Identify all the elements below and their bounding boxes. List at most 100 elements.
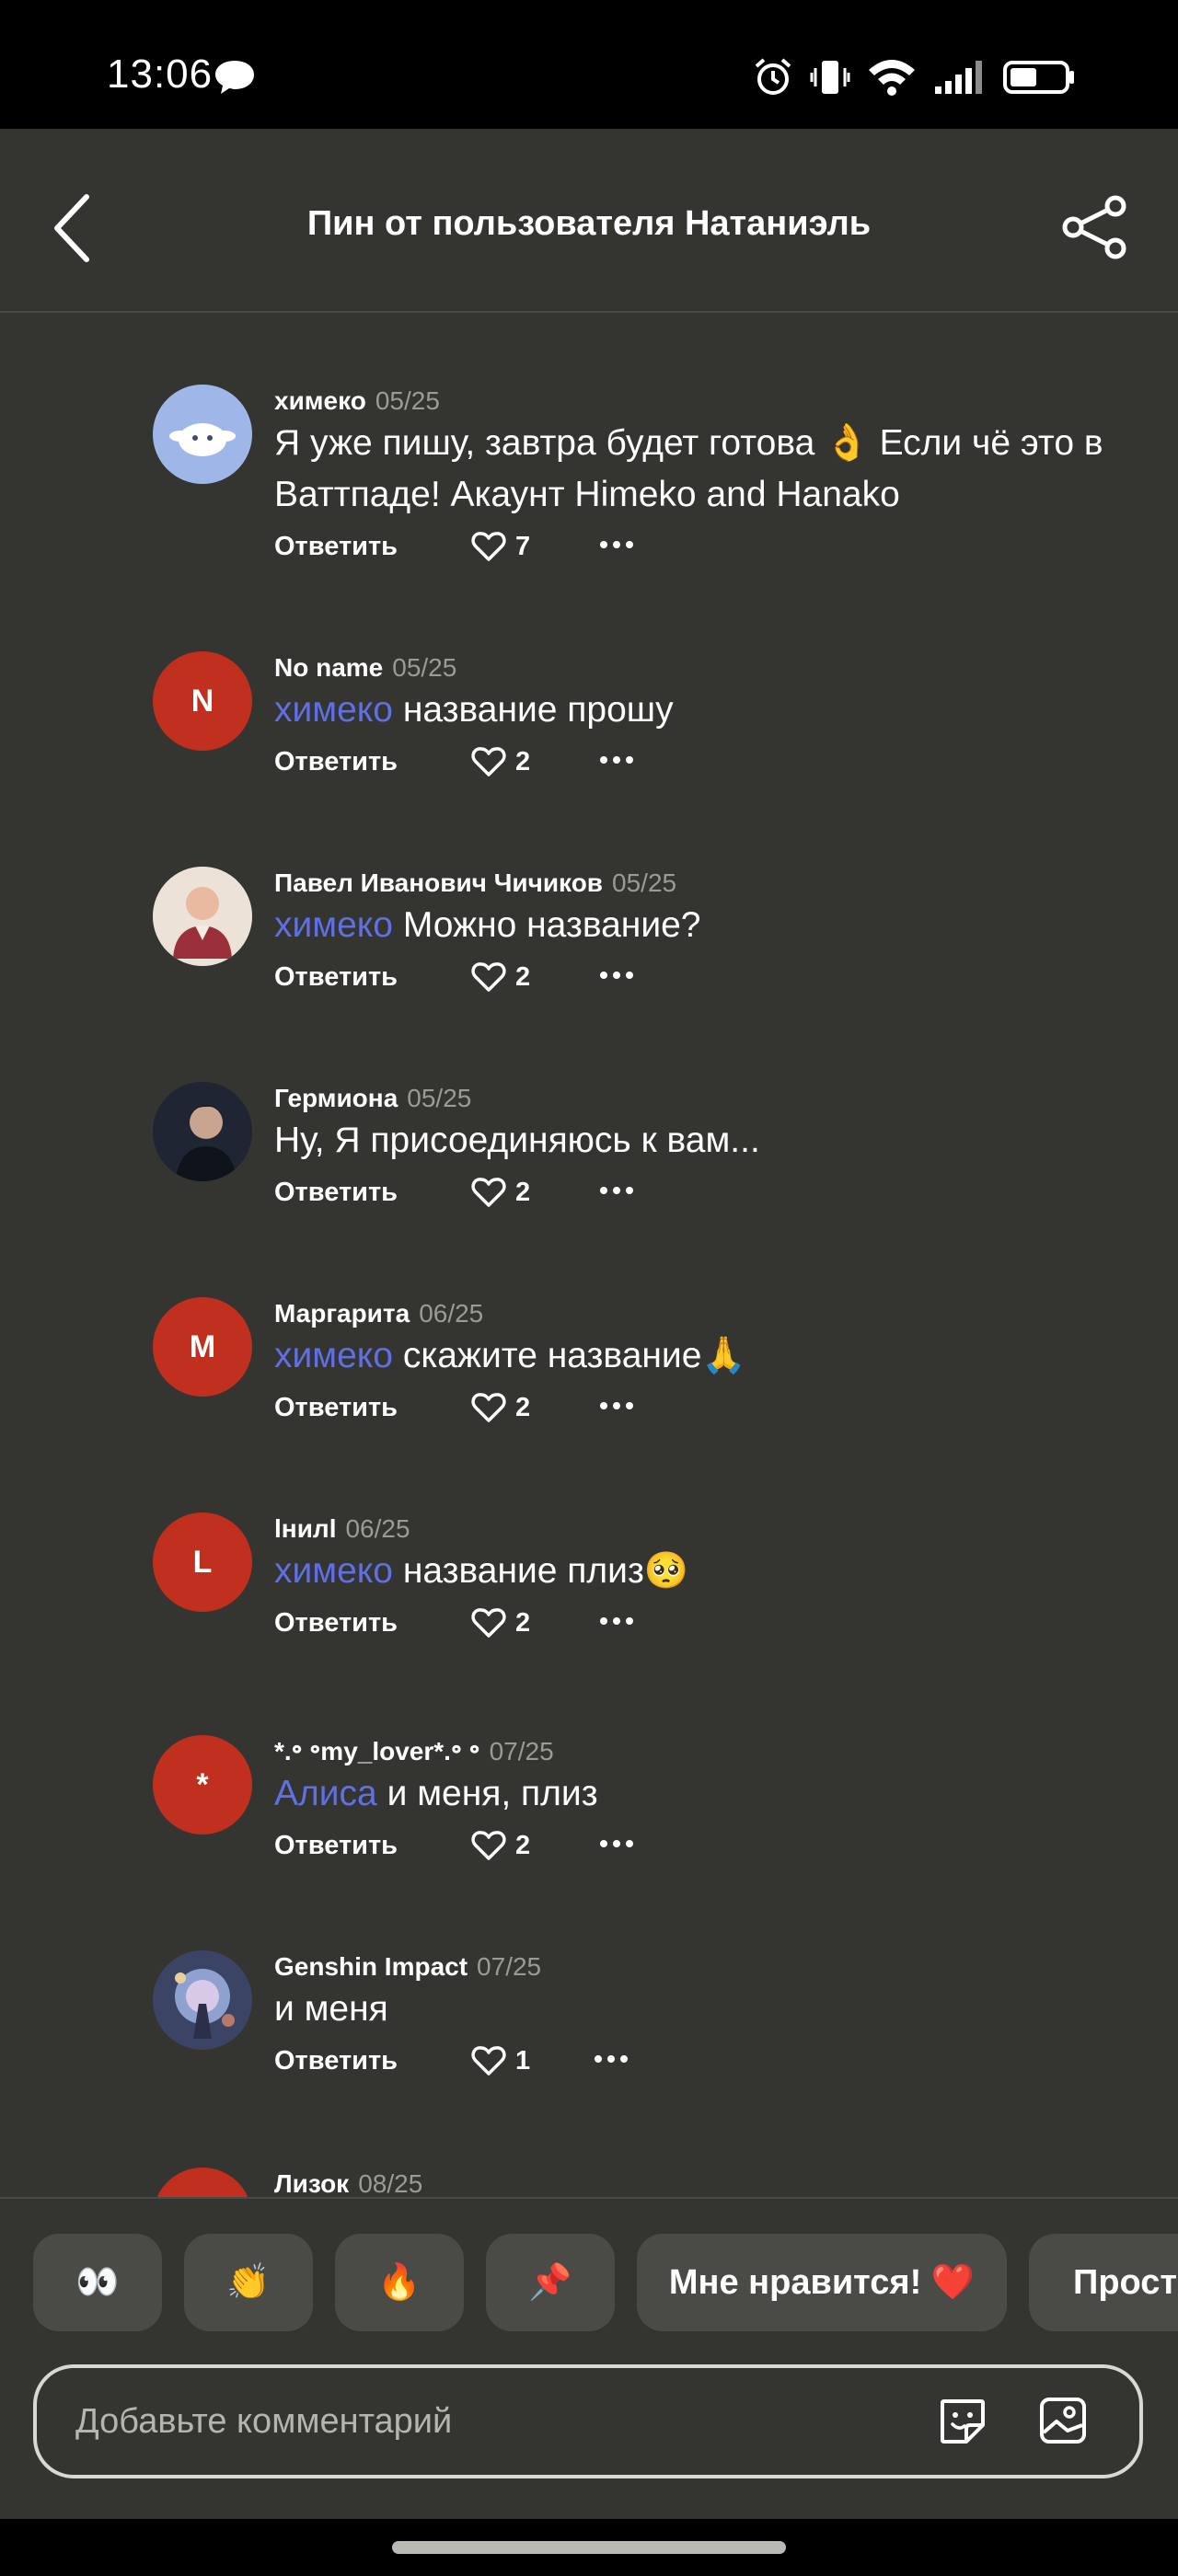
comment-author[interactable]: *.॰ ॰my_lover*.॰ ॰ <box>274 1737 480 1765</box>
avatar[interactable] <box>153 1082 252 1181</box>
heart-icon <box>471 1831 506 1860</box>
reaction-chip-eyes[interactable]: 👀 <box>33 2234 162 2331</box>
comment-text: химеко скажите название🙏 <box>274 1336 746 1375</box>
quick-reactions-bar: 👀 👏 🔥 📌 Мне нравится! ❤️ Просто <box>0 2197 1178 2344</box>
like-count: 2 <box>515 1392 531 1422</box>
reaction-chip-fire[interactable]: 🔥 <box>335 2234 464 2331</box>
comment-mention[interactable]: химеко <box>274 1336 393 1375</box>
more-options-icon[interactable] <box>598 1397 635 1415</box>
reply-button[interactable]: Ответить <box>274 1831 398 1861</box>
comment-input[interactable] <box>75 2394 904 2449</box>
avatar[interactable]: L <box>153 1512 252 1612</box>
reply-button[interactable]: Ответить <box>274 2046 398 2076</box>
more-options-icon[interactable] <box>598 535 635 554</box>
like-count: 2 <box>515 746 531 776</box>
like-button[interactable]: 7 <box>471 528 530 565</box>
comment-date: 06/25 <box>345 1514 410 1543</box>
comment-date: 05/25 <box>407 1084 472 1112</box>
more-options-icon[interactable] <box>598 1181 635 1200</box>
header: Пин от пользователя Натаниэль <box>0 129 1178 313</box>
comment-author[interactable]: lнилl <box>274 1514 336 1543</box>
vibrate-icon <box>810 61 850 94</box>
comment-text: Ну, Я присоединяюсь к вам... <box>274 1121 760 1160</box>
like-count: 2 <box>515 961 531 992</box>
like-button[interactable]: 2 <box>471 1827 530 1864</box>
avatar[interactable]: M <box>153 1297 252 1397</box>
wifi-icon <box>869 60 915 96</box>
like-count: 7 <box>515 531 531 561</box>
reply-button[interactable]: Ответить <box>274 532 398 562</box>
reply-button[interactable]: Ответить <box>274 1608 398 1639</box>
reaction-chip-love-it[interactable]: Мне нравится! ❤️ <box>637 2234 1007 2331</box>
comment-mention[interactable]: химеко <box>274 905 393 945</box>
comment-mention[interactable]: химеко <box>274 1551 393 1591</box>
battery-icon <box>1003 61 1074 94</box>
like-button[interactable]: 2 <box>471 1174 530 1211</box>
comment-actions: Ответить 7 <box>274 523 1158 572</box>
more-options-icon[interactable] <box>593 2050 629 2068</box>
comment-mention[interactable]: химеко <box>274 690 393 730</box>
avatar[interactable]: N <box>153 651 252 751</box>
like-button[interactable]: 2 <box>471 959 530 995</box>
comment-date: 07/25 <box>489 1737 554 1765</box>
alarm-icon <box>755 58 791 95</box>
comment-text: химеко Можно название? <box>274 905 701 945</box>
avatar[interactable] <box>153 867 252 966</box>
status-time: 13:06 <box>107 52 214 97</box>
avatar[interactable]: * <box>153 1735 252 1834</box>
comment-author[interactable]: химеко <box>274 386 366 415</box>
more-options-icon[interactable] <box>598 1834 635 1853</box>
like-button[interactable]: 2 <box>471 1389 530 1426</box>
comment-input-container <box>33 2364 1143 2478</box>
reaction-chip-simple[interactable]: Просто <box>1029 2234 1178 2331</box>
reply-button[interactable]: Ответить <box>274 747 398 777</box>
like-button[interactable]: 2 <box>471 743 530 780</box>
reply-button[interactable]: Ответить <box>274 1178 398 1208</box>
comment-actions: Ответить 2 <box>274 953 1158 1003</box>
cinnamoroll-avatar <box>153 385 252 484</box>
comment-date: 05/25 <box>375 386 440 415</box>
home-indicator[interactable] <box>392 2541 786 2554</box>
comment-author[interactable]: No name <box>274 653 383 682</box>
navigation-bar <box>0 2519 1178 2576</box>
like-button[interactable]: 2 <box>471 1604 530 1641</box>
comment-text: Алиса и меня, плиз <box>274 1774 598 1813</box>
avatar[interactable] <box>153 385 252 484</box>
comment-author[interactable]: Павел Иванович Чичиков <box>274 868 603 897</box>
comment-actions: Ответить 1 <box>274 2037 1158 2087</box>
comment-date: 08/25 <box>358 2169 423 2198</box>
comment-text: химеко название плиз🥺 <box>274 1551 689 1591</box>
avatar[interactable] <box>153 1950 252 2050</box>
more-options-icon[interactable] <box>598 751 635 769</box>
comment-actions: Ответить 2 <box>274 1384 1158 1433</box>
more-options-icon[interactable] <box>598 966 635 984</box>
like-button[interactable]: 1 <box>471 2042 530 2079</box>
reply-button[interactable]: Ответить <box>274 962 398 993</box>
page-title: Пин от пользователя Натаниэль <box>306 204 872 243</box>
comment-date: 05/25 <box>392 653 457 682</box>
like-count: 1 <box>515 2045 531 2076</box>
like-count: 2 <box>515 1607 531 1638</box>
heart-icon <box>471 747 506 776</box>
more-options-icon[interactable] <box>598 1612 635 1630</box>
like-count: 2 <box>515 1177 531 1207</box>
image-icon[interactable] <box>1038 2396 1088 2445</box>
share-icon[interactable] <box>1060 195 1130 259</box>
comment-actions: Ответить 2 <box>274 1168 1158 1218</box>
comment-author[interactable]: Genshin Impact <box>274 1952 468 1981</box>
reaction-chip-clap[interactable]: 👏 <box>184 2234 313 2331</box>
comment-actions: Ответить 2 <box>274 1599 1158 1649</box>
chat-bubble-icon <box>215 61 254 94</box>
heart-icon <box>471 2046 506 2076</box>
reply-button[interactable]: Ответить <box>274 1393 398 1423</box>
comment-date: 07/25 <box>477 1952 542 1981</box>
comment-author[interactable]: Лизок <box>274 2169 349 2198</box>
comment-author[interactable]: Гермиона <box>274 1084 398 1112</box>
comment-actions: Ответить 2 <box>274 1822 1158 1871</box>
comment-text: химеко название прошу <box>274 690 674 730</box>
comment-mention[interactable]: Алиса <box>274 1774 377 1813</box>
reaction-chip-pin[interactable]: 📌 <box>486 2234 615 2331</box>
sticker-icon[interactable] <box>937 2396 988 2447</box>
comment-author[interactable]: Маргарита <box>274 1299 410 1328</box>
comment-actions: Ответить 2 <box>274 738 1158 788</box>
